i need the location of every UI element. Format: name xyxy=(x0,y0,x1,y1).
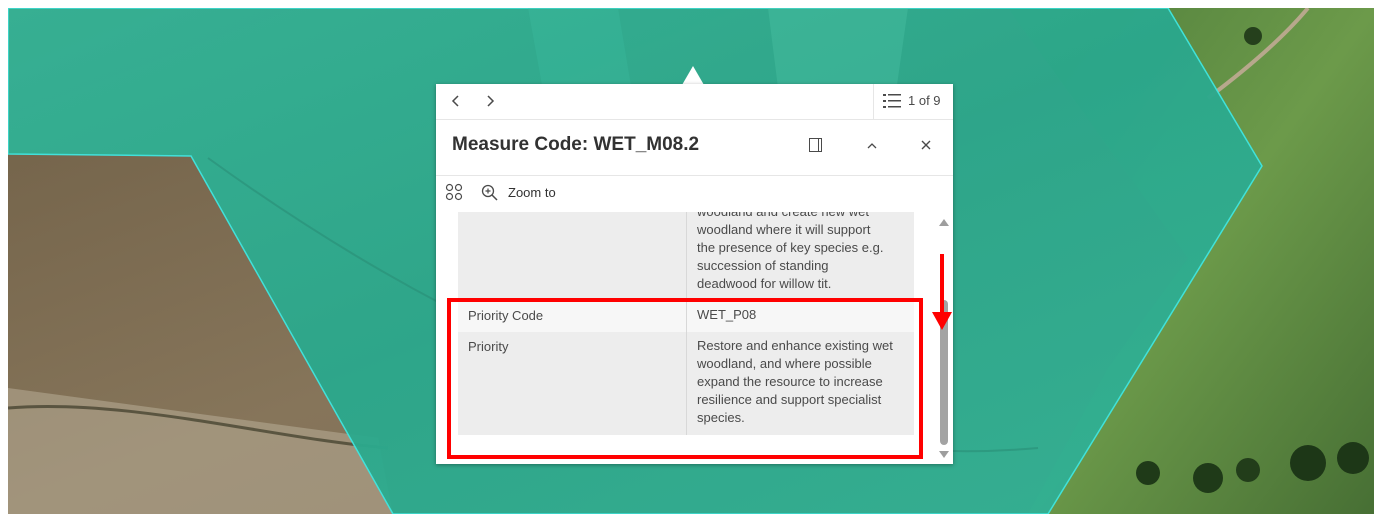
dock-panel-icon[interactable] xyxy=(809,138,822,152)
arrow-down-icon xyxy=(932,312,952,330)
tree xyxy=(1193,463,1223,493)
field-value: woodland and create new wet woodland whe… xyxy=(697,212,884,291)
tree xyxy=(1290,445,1326,481)
chevron-left-icon xyxy=(451,95,459,107)
zoom-to-button[interactable]: Zoom to xyxy=(508,185,556,200)
table-row: woodland and create new wet woodland whe… xyxy=(458,212,914,301)
feature-list-icon[interactable] xyxy=(882,92,902,110)
tree xyxy=(1244,27,1262,45)
field-label xyxy=(458,212,687,301)
next-feature-button[interactable] xyxy=(480,91,500,111)
grid-dots-icon[interactable] xyxy=(445,183,463,201)
popup-header: Measure Code: WET_M08.2 xyxy=(436,120,953,176)
popup-pointer xyxy=(682,66,704,85)
highlight-annotation xyxy=(447,298,923,459)
popup-title: Measure Code: WET_M08.2 xyxy=(452,134,700,155)
tree xyxy=(1136,461,1160,485)
nav-divider xyxy=(873,84,874,119)
close-button[interactable] xyxy=(916,135,936,155)
chevron-up-icon xyxy=(867,143,877,149)
tree xyxy=(1337,442,1369,474)
chevron-right-icon xyxy=(487,95,495,107)
scroll-up-arrow[interactable] xyxy=(939,219,949,226)
popup-navigation: 1 of 9 xyxy=(436,84,953,120)
scroll-down-arrow[interactable] xyxy=(939,451,949,458)
collapse-button[interactable] xyxy=(862,136,882,156)
close-icon xyxy=(921,140,931,150)
feature-count: 1 of 9 xyxy=(908,93,941,108)
zoom-in-icon[interactable] xyxy=(481,184,498,201)
tree xyxy=(1236,458,1260,482)
vertical-scrollbar[interactable] xyxy=(936,212,953,464)
scroll-arrow-annotation xyxy=(940,254,944,316)
popup-actions: Zoom to xyxy=(436,176,953,212)
previous-feature-button[interactable] xyxy=(446,91,466,111)
